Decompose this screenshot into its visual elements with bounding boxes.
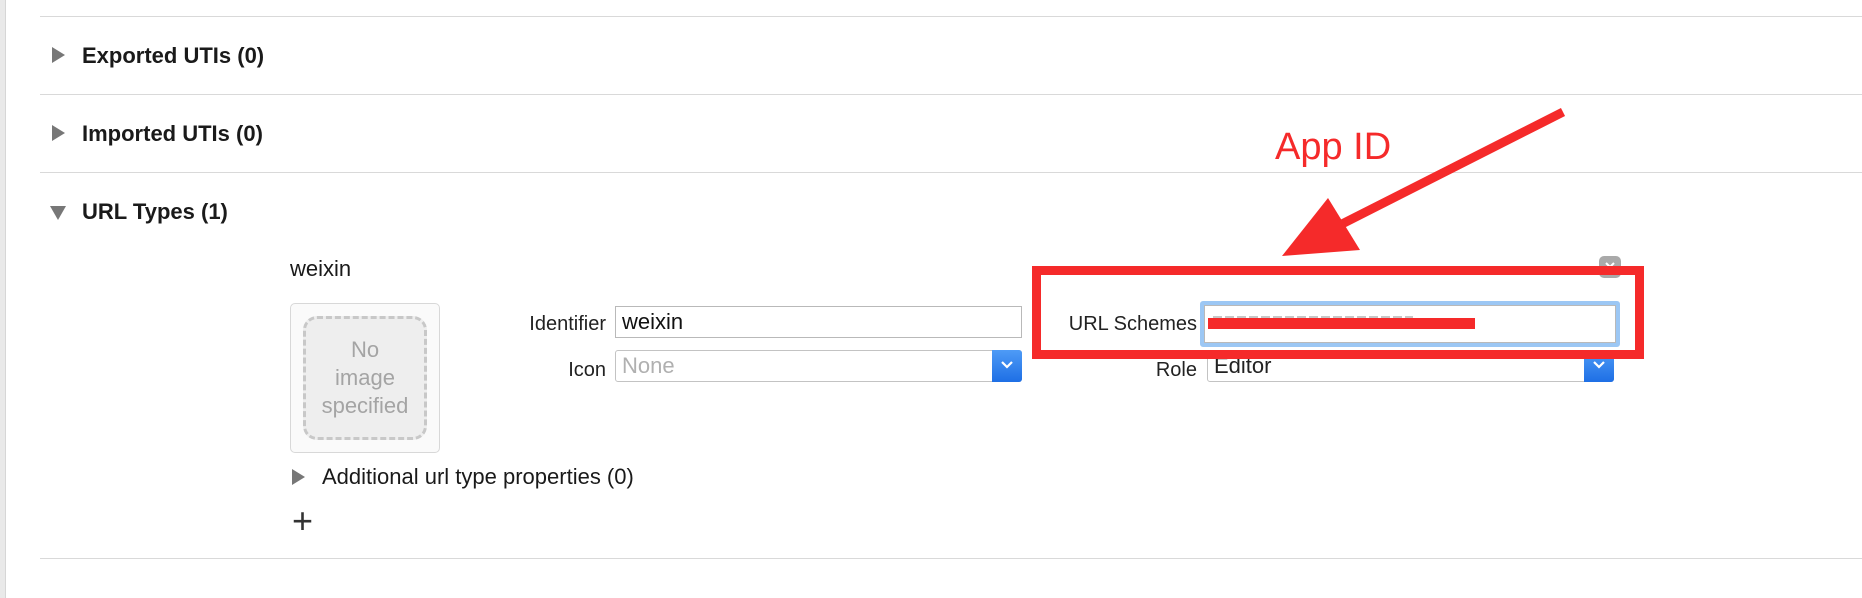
divider — [40, 16, 1862, 17]
disclosure-triangle-icon[interactable] — [292, 469, 305, 485]
role-label: Role — [1155, 359, 1197, 381]
divider — [40, 172, 1862, 173]
add-url-type-button[interactable]: + — [292, 502, 313, 540]
disclosure-triangle-open-icon[interactable] — [50, 206, 66, 220]
icon-popup-value: None — [622, 353, 675, 378]
divider — [40, 94, 1862, 95]
additional-properties[interactable]: Additional url type properties (0) — [322, 464, 634, 490]
section-exported-utis[interactable]: Exported UTIs (0) — [82, 43, 264, 69]
image-placeholder: No image specified — [303, 316, 427, 440]
icon-popup[interactable]: None — [615, 350, 1022, 382]
divider — [40, 558, 1862, 559]
chevron-down-icon — [1001, 361, 1013, 369]
image-well[interactable]: No image specified — [290, 303, 440, 453]
sidebar-edge — [0, 0, 6, 598]
section-imported-utis[interactable]: Imported UTIs (0) — [82, 121, 263, 147]
image-placeholder-text: No image specified — [321, 337, 409, 418]
annotation-arrow-icon — [1282, 107, 1566, 256]
disclosure-triangle-icon[interactable] — [52, 125, 65, 141]
disclosure-triangle-icon[interactable] — [52, 47, 65, 63]
icon-label: Icon — [568, 359, 606, 381]
annotation-highlight-box — [1032, 266, 1644, 359]
identifier-label: Identifier — [529, 313, 606, 335]
url-type-name: weixin — [290, 256, 352, 281]
identifier-field[interactable]: weixin — [615, 306, 1022, 338]
popup-arrow-button[interactable] — [992, 350, 1022, 382]
chevron-down-icon — [1593, 361, 1605, 369]
section-url-types[interactable]: URL Types (1) — [82, 199, 228, 225]
redaction-stroke — [1208, 318, 1475, 329]
